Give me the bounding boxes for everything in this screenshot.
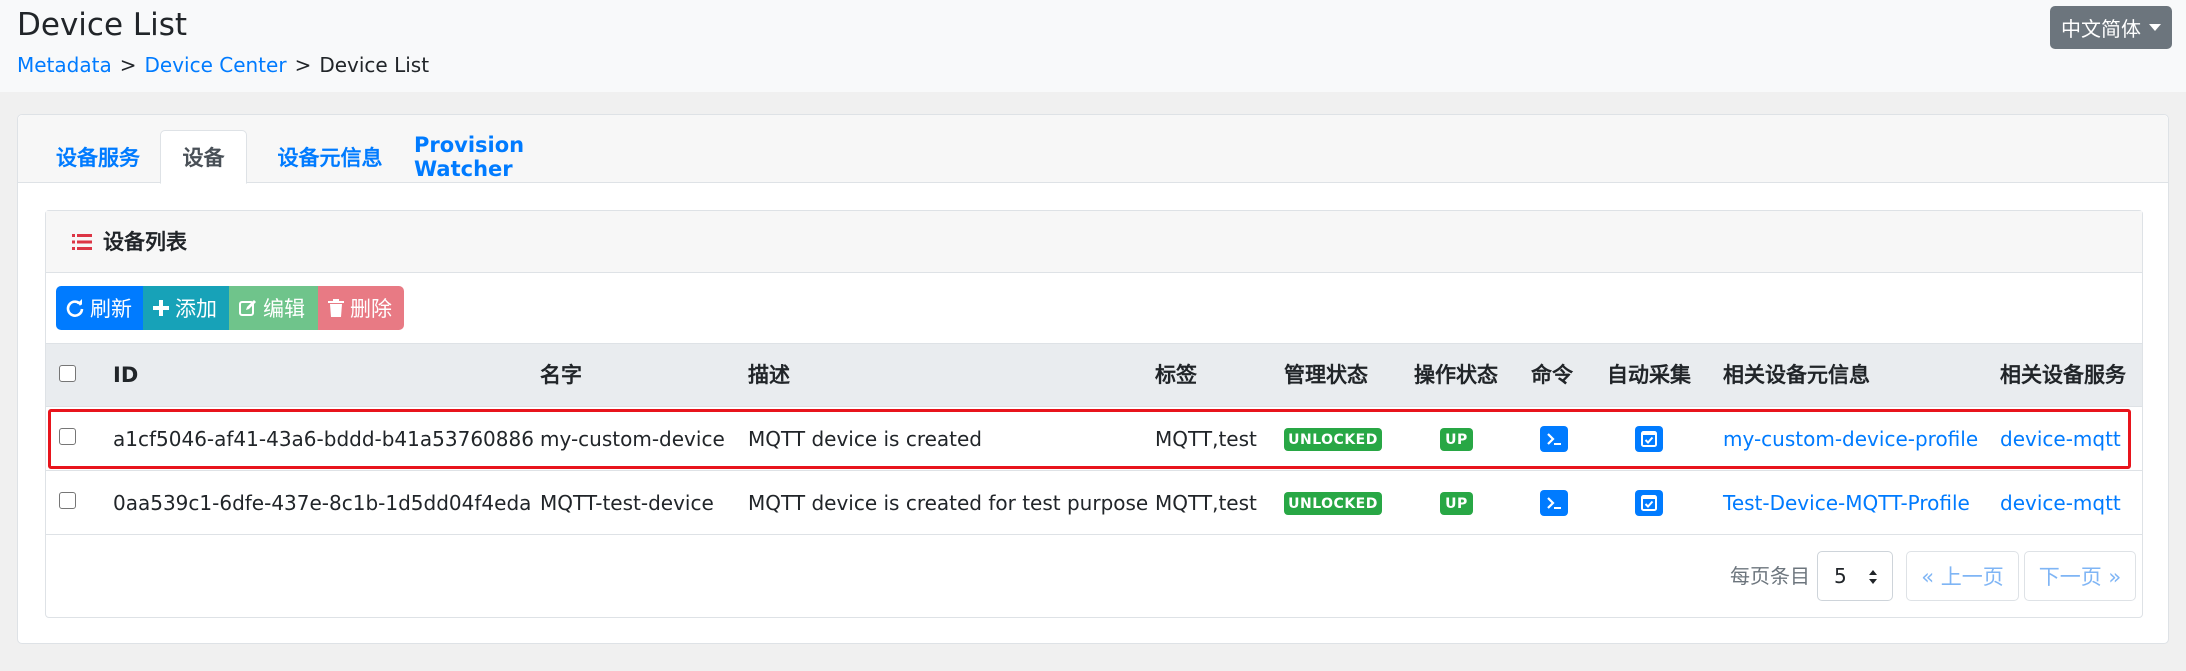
panel-header: 设备列表 [46,211,2142,273]
delete-button[interactable]: 删除 [318,286,404,330]
refresh-label: 刷新 [90,297,132,321]
column-labels: 标签 [1155,363,1197,387]
table-header: ID 名字 描述 标签 管理状态 操作状态 命令 自动采集 相关设备元信息 相关… [46,343,2142,407]
page-header: Device List Metadata > Device Center > Devic… [0,0,2186,92]
column-name: 名字 [540,363,582,387]
table-row[interactable]: a1cf5046-af41-43a6-bddd-b41a53760886 my-… [46,407,2142,471]
per-page-label: 每页条目 [1730,564,1810,588]
breadcrumb-separator: > [294,53,312,77]
language-label: 中文简体 [2061,17,2141,41]
device-service-link[interactable]: device-mqtt [2000,407,2121,471]
refresh-button[interactable]: 刷新 [56,286,143,330]
add-button[interactable]: 添加 [143,286,229,330]
device-service-link[interactable]: device-mqtt [2000,471,2121,535]
device-id: a1cf5046-af41-43a6-bddd-b41a53760886 [113,427,534,451]
admin-state-badge: UNLOCKED [1284,428,1382,451]
device-id: 0aa539c1-6dfe-437e-8c1b-1d5dd04f4eda [113,491,532,515]
device-list-panel: 设备列表 刷新 添加 编辑 删除 ID 名字 描述 标签 管理状态 操作状态 命… [45,210,2143,618]
language-dropdown-button[interactable]: 中文简体 [2050,6,2172,49]
main-card: 设备服务 设备 设备元信息 Provision Watcher 设备列表 刷新 … [17,114,2169,644]
select-all-checkbox[interactable] [59,365,76,382]
tab-device-profile[interactable]: 设备元信息 [255,130,405,184]
column-command: 命令 [1531,363,1573,387]
tab-provision-watcher[interactable]: Provision Watcher [414,130,614,184]
breadcrumb-device-center[interactable]: Device Center [144,53,286,77]
column-admin-state: 管理状态 [1284,363,1368,387]
tabs-bar: 设备服务 设备 设备元信息 Provision Watcher [18,115,2168,184]
command-button[interactable] [1540,490,1568,516]
tab-device[interactable]: 设备 [160,130,247,184]
row-checkbox[interactable] [59,492,76,509]
command-button[interactable] [1540,426,1568,452]
add-label: 添加 [175,297,217,321]
breadcrumb-metadata[interactable]: Metadata [17,53,112,77]
breadcrumb: Metadata > Device Center > Device List [17,52,429,78]
column-id: ID [113,363,139,387]
tab-device-service[interactable]: 设备服务 [38,130,158,184]
device-description: MQTT device is created [748,427,983,451]
auto-events-button[interactable] [1635,490,1663,516]
per-page-select[interactable]: 5 [1817,551,1893,601]
device-description: MQTT device is created for test purpose [748,491,1149,515]
column-description: 描述 [748,363,790,387]
device-labels: MQTT,test [1155,491,1257,515]
breadcrumb-current: Device List [319,53,430,77]
device-profile-link[interactable]: Test-Device-MQTT-Profile [1723,471,1970,535]
device-labels: MQTT,test [1155,427,1257,451]
sort-arrows-icon [1869,570,1877,584]
column-device-service: 相关设备服务 [2000,363,2126,387]
caret-down-icon [2149,24,2161,31]
toolbar: 刷新 添加 编辑 删除 [56,286,404,330]
device-profile-link[interactable]: my-custom-device-profile [1723,407,1978,471]
terminal-icon [1547,433,1561,445]
breadcrumb-separator: > [119,53,137,77]
table-row[interactable]: 0aa539c1-6dfe-437e-8c1b-1d5dd04f4eda MQT… [46,471,2142,535]
calendar-check-icon [1641,431,1657,447]
next-page-button[interactable]: 下一页 » [2024,551,2136,601]
admin-state-badge: UNLOCKED [1284,492,1382,515]
column-operating-state: 操作状态 [1414,363,1498,387]
column-device-profile: 相关设备元信息 [1723,363,1870,387]
auto-events-button[interactable] [1635,426,1663,452]
delete-label: 删除 [350,297,392,321]
trash-icon [328,299,344,317]
page-title: Device List [17,7,188,43]
refresh-icon [66,299,84,317]
calendar-check-icon [1641,495,1657,511]
edit-label: 编辑 [263,297,305,321]
edit-button[interactable]: 编辑 [229,286,318,330]
per-page-value: 5 [1834,564,1847,588]
device-name: MQTT-test-device [540,491,714,515]
list-icon [72,234,92,250]
operating-state-badge: UP [1440,492,1473,515]
row-checkbox[interactable] [59,428,76,445]
prev-page-button[interactable]: « 上一页 [1906,551,2019,601]
column-auto-events: 自动采集 [1607,363,1691,387]
operating-state-badge: UP [1440,428,1473,451]
panel-title: 设备列表 [103,230,187,254]
edit-icon [239,300,256,316]
terminal-icon [1547,497,1561,509]
device-name: my-custom-device [540,427,725,451]
plus-icon [153,300,169,316]
